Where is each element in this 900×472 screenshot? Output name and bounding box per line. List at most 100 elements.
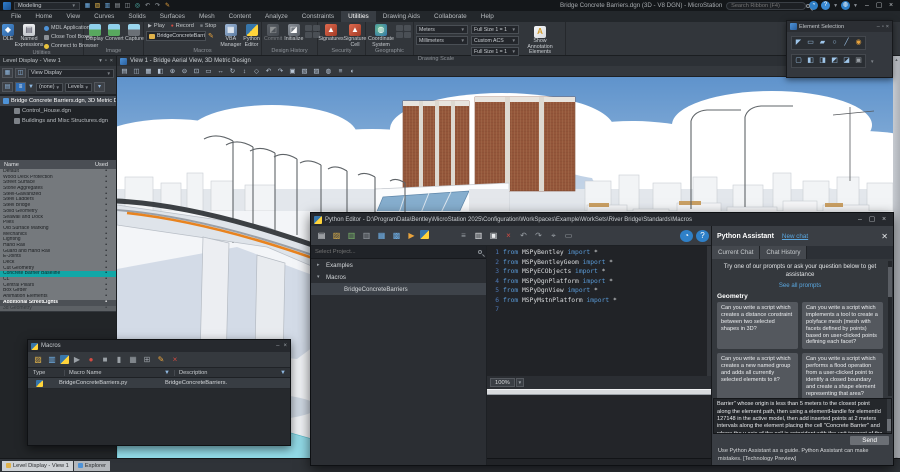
initialize-button[interactable]: ◪Initialize	[284, 23, 303, 43]
fly-icon[interactable]: ◇	[251, 67, 262, 76]
vba-manager-button[interactable]: ▦VBA Manager	[220, 23, 241, 48]
code-line[interactable]: 6from MSPyMstnPlatform import *	[487, 296, 711, 306]
change-level-icon[interactable]: ▤	[2, 82, 13, 92]
prompt-card[interactable]: Can you write a script which implements …	[802, 302, 883, 350]
saved-views-icon[interactable]: ◍	[323, 67, 334, 76]
display-button[interactable]: Display	[86, 23, 103, 43]
filter-icon[interactable]: ▼	[28, 84, 34, 90]
compass-icon[interactable]: ◎	[133, 2, 142, 10]
python-editor-button[interactable]: Python Editor	[243, 23, 260, 48]
project-tree-item[interactable]: BridgeConcreteBarriers	[311, 283, 486, 295]
debug-macro-icon[interactable]: ⊞	[141, 354, 153, 365]
history-tool-icon[interactable]	[305, 25, 312, 31]
subtract-selection-icon[interactable]: ◨	[817, 56, 828, 66]
maximize-button[interactable]: ▢	[866, 215, 878, 225]
open-macro-icon[interactable]: ▨	[32, 354, 44, 365]
rect-select-icon[interactable]: ▭	[805, 38, 816, 48]
geo-tool-icon[interactable]	[396, 25, 403, 31]
code-line[interactable]: 7	[487, 305, 711, 315]
close-button[interactable]: ×	[878, 215, 890, 225]
code-line[interactable]: 2from MSPyBentleyGeom import *	[487, 258, 711, 268]
clip-mask-icon[interactable]: ▨	[311, 67, 322, 76]
ribbon-tab[interactable]: Surfaces	[153, 11, 192, 22]
convert-button[interactable]: Convert	[105, 23, 123, 43]
pin-icon[interactable]: ▫	[105, 58, 107, 64]
python-macro-icon[interactable]	[60, 355, 69, 364]
send-button[interactable]: Send	[850, 436, 889, 445]
prompt-card[interactable]: Can you write a script which creates a n…	[717, 353, 798, 398]
acs-select[interactable]: Custom ACS▼	[471, 36, 519, 45]
select-all-icon[interactable]: ▣	[853, 56, 864, 66]
minimize-button[interactable]: –	[854, 215, 866, 225]
save-all-icon[interactable]: ▩	[390, 230, 403, 242]
code-line[interactable]: 1from MSPyBentley import *	[487, 248, 711, 258]
help-icon[interactable]: ?	[696, 230, 709, 242]
ribbon-tab[interactable]: Content	[222, 11, 258, 22]
pointer-select-icon[interactable]: ◤	[793, 38, 804, 48]
code-line[interactable]: 4from MSPyDgnPlatform import *	[487, 277, 711, 287]
play-macro-button[interactable]: ▶Play	[146, 23, 167, 29]
layout-icon[interactable]: ◫	[123, 2, 132, 10]
maximize-button[interactable]: ▢	[873, 1, 885, 11]
view-display-select[interactable]: View Display▼	[28, 69, 114, 78]
output-console[interactable]	[487, 395, 711, 459]
ribbon-tab[interactable]: Mesh	[192, 11, 222, 22]
walk-icon[interactable]: ↕	[239, 67, 250, 76]
ribbon-tab[interactable]: View	[59, 11, 87, 22]
view-scrollbar[interactable]	[893, 56, 900, 462]
sync-status-icon[interactable]: ◍	[841, 1, 850, 10]
undo-icon[interactable]: ↶	[143, 2, 152, 10]
apply-to-all-icon[interactable]: ◫	[15, 68, 26, 78]
assistant-tab[interactable]: Current Chat	[712, 246, 760, 259]
zoom-level[interactable]: 100%	[490, 378, 515, 387]
open-file-icon[interactable]: ▨	[93, 2, 102, 10]
record-macro-icon[interactable]: ●	[85, 354, 97, 365]
invert-selection-icon[interactable]: ◩	[829, 56, 840, 66]
signatures-button[interactable]: ▲Signatures	[320, 23, 342, 43]
edit-macro-icon[interactable]: ✎	[155, 354, 167, 365]
python-console-icon[interactable]	[420, 230, 429, 239]
ribbon-tab[interactable]: Constraints	[295, 11, 341, 22]
ribbon-tab[interactable]: Solids	[121, 11, 152, 22]
view-properties-icon[interactable]: ◐	[347, 67, 358, 76]
level-list-icon[interactable]: ≡	[15, 82, 26, 92]
dock-tab-explorer[interactable]: Explorer	[74, 461, 110, 471]
delete-line-icon[interactable]: ×	[502, 230, 515, 242]
fit-view-icon[interactable]: ⊡	[191, 67, 202, 76]
new-chat-link[interactable]: New chat	[782, 233, 808, 240]
filter-select[interactable]: (none)▼	[36, 83, 63, 92]
assistant-tab[interactable]: Chat History	[760, 246, 807, 259]
ribbon-tab[interactable]: Collaborate	[427, 11, 474, 22]
stop-macro-icon[interactable]: ■	[99, 354, 111, 365]
python-editor-title-bar[interactable]: Python Editor - D:\ProgramData\Bentley\M…	[311, 213, 893, 226]
stop-macro-button[interactable]: ■Stop	[198, 23, 219, 29]
export-script-icon[interactable]: ▥	[360, 230, 373, 242]
model-links-icon[interactable]: ▦	[143, 67, 154, 76]
undo-icon[interactable]: ↶	[517, 230, 530, 242]
named-expressions-button[interactable]: ▤Named Expressions	[16, 23, 42, 48]
subunits-select[interactable]: Millimeters▼	[416, 36, 468, 45]
window-area-icon[interactable]: ▭	[203, 67, 214, 76]
ribbon-tab[interactable]: Home	[28, 11, 59, 22]
ribbon-tab[interactable]: Analyze	[258, 11, 295, 22]
macro-select[interactable]: BridgeConcreteBarrie▼	[146, 31, 206, 41]
help-icon[interactable]: ?	[821, 1, 830, 10]
code-line[interactable]: 3from MSPyECObjects import *	[487, 267, 711, 277]
workspace-icon[interactable]: ▦	[83, 2, 92, 10]
redo-icon[interactable]: ↷	[153, 2, 162, 10]
compile-macro-icon[interactable]: ▦	[127, 354, 139, 365]
macro-row[interactable]: BridgeConcreteBarriers.py BridgeConcrete…	[28, 378, 290, 389]
record-macro-button[interactable]: ●Record	[169, 23, 196, 29]
project-tree-item[interactable]: ▾Macros	[311, 271, 486, 283]
find-icon[interactable]: ⌖	[547, 230, 560, 242]
see-all-prompts-link[interactable]: See all prompts	[717, 282, 883, 289]
rotate-view-icon[interactable]: ↻	[227, 67, 238, 76]
ribbon-tab[interactable]: Utilities	[341, 11, 376, 22]
code-editor[interactable]: 1from MSPyBentley import *2from MSPyBent…	[487, 246, 711, 376]
dock-chevron-icon[interactable]: ▾	[99, 58, 102, 64]
filter-icon[interactable]: ▼	[164, 370, 170, 376]
scale-select[interactable]: Full Size 1 = 1▼	[471, 25, 519, 34]
ribbon-tab[interactable]: Drawing Aids	[376, 11, 427, 22]
close-button[interactable]: ×	[886, 24, 889, 30]
new-script-icon[interactable]: ▤	[315, 230, 328, 242]
